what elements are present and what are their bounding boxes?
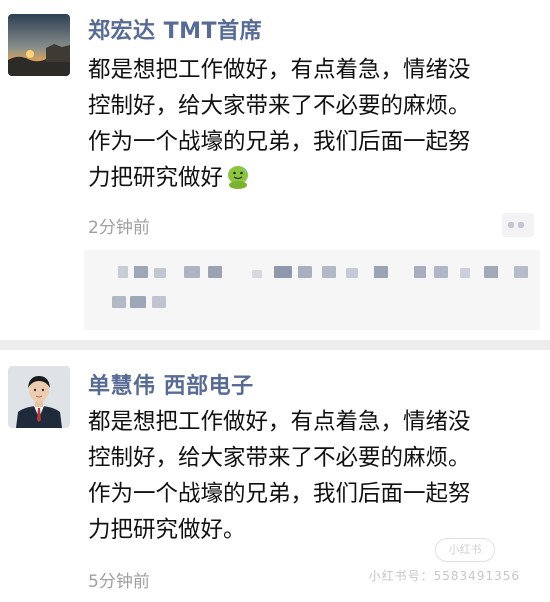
post-text-line: 都是想把工作做好，有点着急，情绪没	[88, 57, 471, 83]
more-options-button[interactable]	[502, 213, 534, 237]
post-text-line: 力把研究做好	[88, 165, 224, 191]
moment-post-2: 单慧伟 西部电子 都是想把工作做好，有点着急，情绪没 控制好，给大家带来了不必要…	[0, 350, 550, 602]
post-time: 2分钟前	[88, 218, 150, 238]
post-text-line: 都是想把工作做好，有点着急，情绪没	[88, 409, 471, 435]
post-text-line: 作为一个战壕的兄弟，我们后面一起努	[88, 481, 471, 507]
post-text-line: 控制好，给大家带来了不必要的麻烦。	[88, 445, 471, 471]
comment-area-blurred	[84, 250, 540, 330]
post-text: 都是想把工作做好，有点着急，情绪没 控制好，给大家带来了不必要的麻烦。 作为一个…	[88, 52, 543, 200]
post-text: 都是想把工作做好，有点着急，情绪没 控制好，给大家带来了不必要的麻烦。 作为一个…	[88, 404, 543, 548]
avatar-man-in-suit[interactable]	[8, 366, 70, 428]
post-text-line: 控制好，给大家带来了不必要的麻烦。	[88, 93, 471, 119]
author-name[interactable]: 郑宏达 TMT首席	[88, 13, 262, 45]
moment-post-1: 郑宏达 TMT首席 都是想把工作做好，有点着急，情绪没 控制好，给大家带来了不必…	[0, 0, 550, 340]
post-time: 5分钟前	[88, 572, 150, 592]
watermark-text: 小红书号：5583491356	[368, 569, 520, 583]
watermark-logo: 小红书	[435, 538, 495, 562]
post-divider	[0, 340, 550, 350]
avatar-sunset[interactable]	[8, 14, 70, 76]
sweat-smile-icon	[225, 163, 251, 200]
post-text-line: 作为一个战壕的兄弟，我们后面一起努	[88, 129, 471, 155]
author-name[interactable]: 单慧伟 西部电子	[88, 368, 254, 400]
